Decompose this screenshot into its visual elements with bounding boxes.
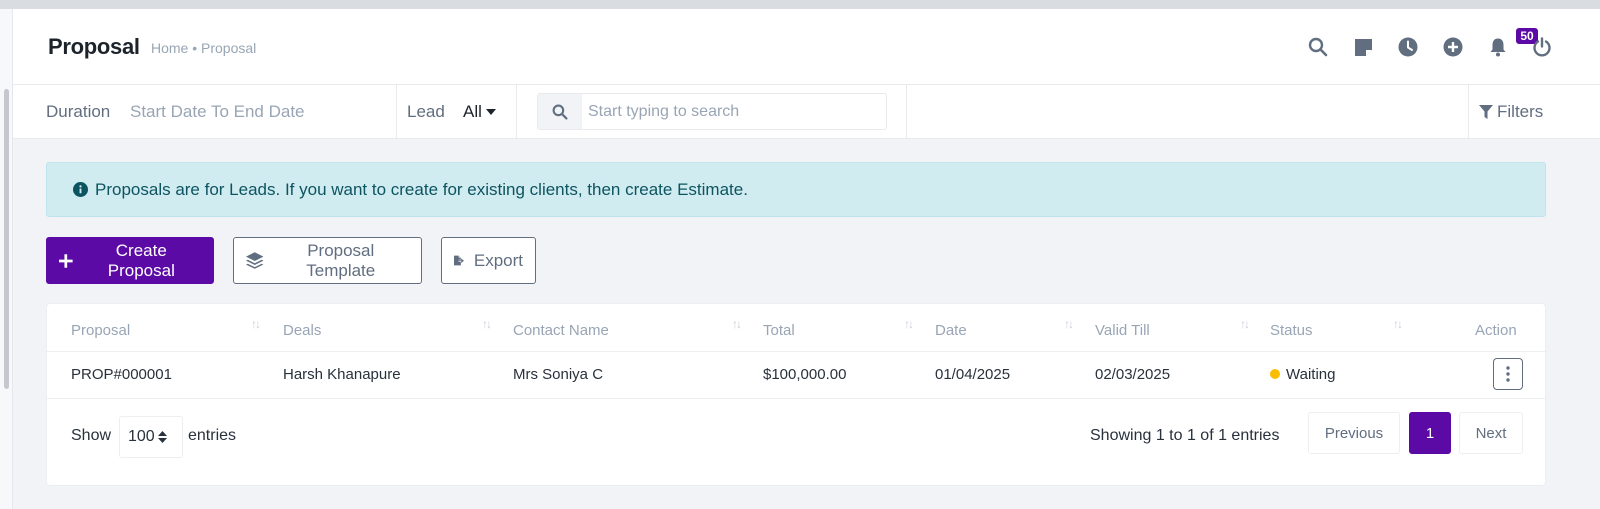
clock-icon[interactable] <box>1397 36 1419 58</box>
filters-label: Filters <box>1497 102 1544 121</box>
breadcrumb[interactable]: Home • Proposal <box>151 40 256 56</box>
entries-label: entries <box>188 427 237 444</box>
search-input[interactable] <box>582 95 886 128</box>
column-header-proposal[interactable]: Proposal <box>71 322 130 339</box>
plus-circle-icon[interactable] <box>1442 36 1464 58</box>
status-dot-icon <box>1270 369 1280 380</box>
column-header-total[interactable]: Total <box>763 322 795 339</box>
lead-select-value: All <box>463 102 482 121</box>
filter-icon <box>1479 104 1493 119</box>
status-badge: Waiting <box>1270 366 1335 383</box>
sort-caret-icon <box>157 431 167 443</box>
divider <box>47 398 1547 399</box>
proposal-template-button[interactable]: Proposal Template <box>233 237 422 284</box>
column-header-date[interactable]: Date <box>935 322 967 339</box>
layers-icon <box>246 252 264 269</box>
create-proposal-button[interactable]: Create Proposal <box>46 237 214 284</box>
info-alert: Proposals are for Leads. If you want to … <box>46 162 1546 217</box>
file-export-icon <box>454 255 465 266</box>
filters-button[interactable]: Filters <box>1479 102 1543 122</box>
column-header-status[interactable]: Status <box>1270 322 1313 339</box>
pagination-info: Showing 1 to 1 of 1 entries <box>1090 427 1280 444</box>
lead-label: Lead <box>407 102 445 121</box>
cell-valid-till: 02/03/2025 <box>1095 366 1171 383</box>
column-header-action: Action <box>1475 322 1517 339</box>
scrollbar-thumb[interactable] <box>4 89 9 389</box>
page-size-value: 100 <box>128 428 155 445</box>
column-header-deals[interactable]: Deals <box>283 322 321 339</box>
export-label: Export <box>473 250 523 270</box>
page-header: Proposal Home • Proposal 50 <box>13 9 1600 85</box>
divider <box>47 351 1547 352</box>
caret-down-icon <box>485 109 496 115</box>
sort-icon[interactable]: ↑↓ <box>1393 317 1403 331</box>
page-1-button[interactable]: 1 <box>1409 412 1451 454</box>
alert-text: Proposals are for Leads. If you want to … <box>95 179 748 199</box>
divider <box>906 85 907 139</box>
cell-date: 01/04/2025 <box>935 366 1011 383</box>
sort-icon[interactable]: ↑↓ <box>482 317 492 331</box>
search-icon[interactable] <box>1307 36 1329 58</box>
sort-icon[interactable]: ↑↓ <box>904 317 914 331</box>
browser-top-strip <box>0 0 1600 9</box>
previous-page-button[interactable]: Previous <box>1308 412 1400 454</box>
cell-total: $100,000.00 <box>763 366 847 383</box>
search-icon <box>538 94 582 129</box>
divider <box>1468 85 1469 139</box>
bell-icon[interactable] <box>1487 36 1509 58</box>
sort-icon[interactable]: ↑↓ <box>1240 317 1250 331</box>
next-page-button[interactable]: Next <box>1459 412 1523 454</box>
sort-icon[interactable]: ↑↓ <box>251 317 261 331</box>
row-action-menu-button[interactable] <box>1493 358 1523 390</box>
sticky-note-icon[interactable] <box>1352 36 1374 58</box>
create-proposal-label: Create Proposal <box>107 240 175 280</box>
column-header-valid-till[interactable]: Valid Till <box>1095 322 1150 339</box>
duration-range-input[interactable]: Start Date To End Date <box>130 102 305 122</box>
cell-proposal-number[interactable]: PROP#000001 <box>71 366 172 383</box>
divider <box>516 85 517 139</box>
export-button[interactable]: Export <box>441 237 536 284</box>
plus-icon <box>59 253 73 268</box>
cell-contact-name: Mrs Soniya C <box>513 366 604 383</box>
proposal-template-label: Proposal Template <box>306 240 376 280</box>
power-icon[interactable] <box>1531 36 1553 58</box>
proposals-table-card: Proposal ↑↓ Deals ↑↓ Contact Name ↑↓ Tot… <box>46 303 1547 486</box>
page-size-select[interactable]: 100 <box>119 416 183 458</box>
left-scroll-rail <box>0 9 13 509</box>
show-label: Show <box>71 427 112 444</box>
page-title: Proposal <box>48 34 140 59</box>
filter-bar: Duration Start Date To End Date Lead All… <box>13 85 1600 139</box>
info-icon <box>73 182 88 197</box>
cell-deal[interactable]: Harsh Khanapure <box>283 366 401 383</box>
sort-icon[interactable]: ↑↓ <box>1064 317 1074 331</box>
search-field <box>537 93 887 130</box>
sort-icon[interactable]: ↑↓ <box>732 317 742 331</box>
divider <box>396 85 397 139</box>
lead-select[interactable]: All <box>463 102 496 122</box>
kebab-icon <box>1506 366 1510 382</box>
column-header-contact-name[interactable]: Contact Name <box>513 322 609 339</box>
duration-label: Duration <box>46 102 111 121</box>
status-text: Waiting <box>1286 366 1336 383</box>
